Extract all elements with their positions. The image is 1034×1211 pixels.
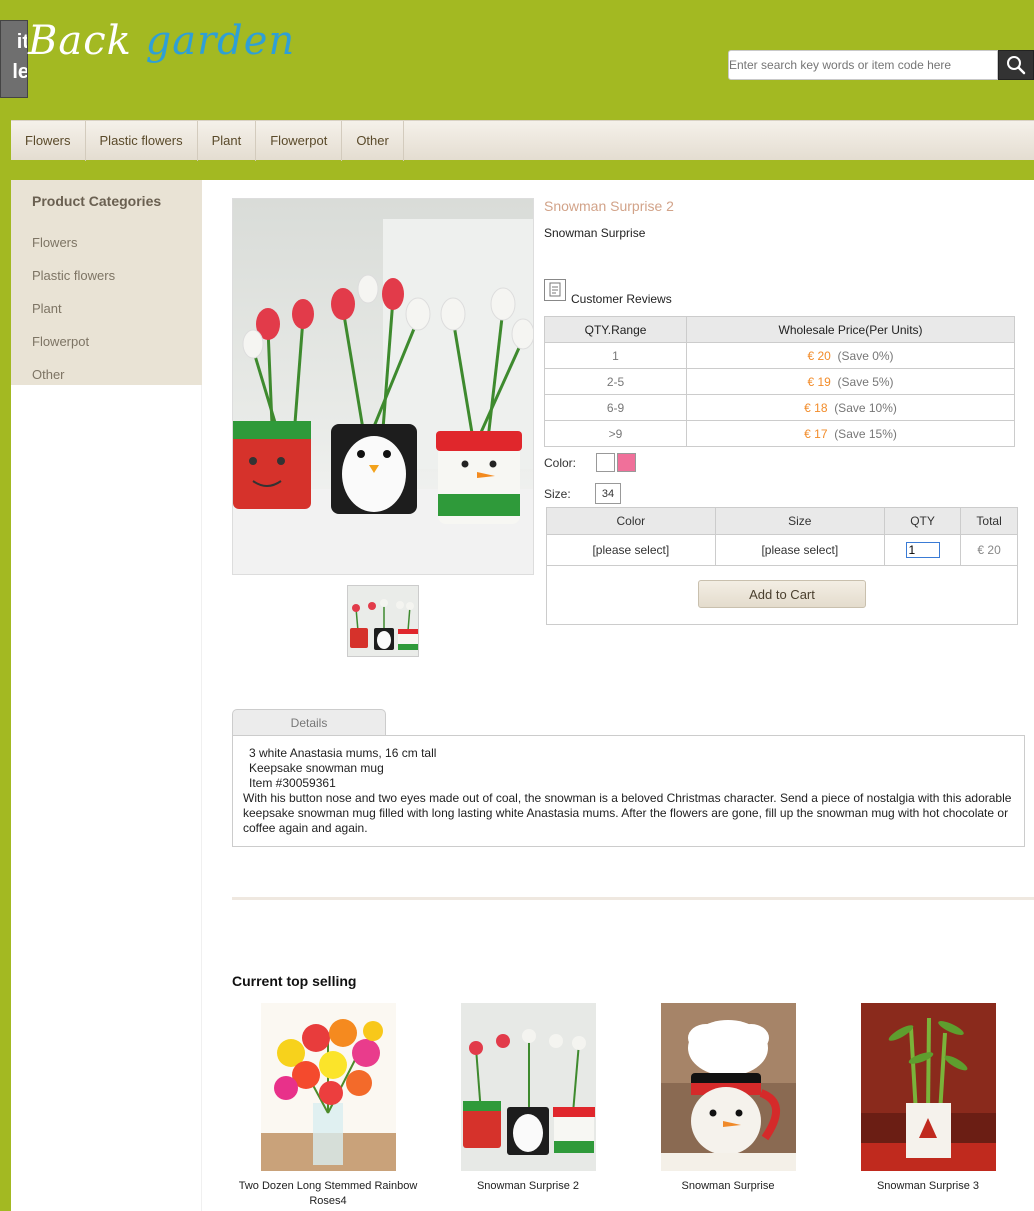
order-header-size: Size (715, 508, 885, 535)
order-color-value: [please select] (547, 534, 716, 566)
product-label[interactable]: Snowman Surprise 3 (838, 1179, 1018, 1194)
save-value: (Save 10%) (834, 400, 897, 415)
snowman-mug-photo (660, 1003, 796, 1171)
price-header-wholesale: Wholesale Price(Per Units) (686, 316, 1015, 343)
wholesale-price-table: QTY.Range Wholesale Price(Per Units) 1 €… (543, 316, 1015, 447)
color-swatch-white[interactable] (596, 453, 615, 472)
top-selling-title: Current top selling (232, 973, 357, 989)
top-selling-item[interactable]: Snowman Surprise 2 (438, 1003, 618, 1194)
nav-flowerpot[interactable]: Flowerpot (256, 121, 343, 161)
logo-part-1: Back (28, 18, 132, 64)
order-qty-cell (884, 534, 962, 566)
order-header-qty: QTY (884, 508, 962, 535)
details-paragraph: With his button nose and two eyes made o… (243, 791, 1012, 835)
product-label[interactable]: Snowman Surprise 2 (438, 1179, 618, 1194)
price-cell: € 20 (Save 0%) (686, 342, 1015, 369)
product-image[interactable] (260, 1003, 396, 1171)
add-to-cart-button[interactable]: Add to Cart (698, 580, 866, 608)
table-row: >9 € 17 (Save 15%) (543, 420, 1015, 447)
corner-badge: it le (0, 20, 28, 98)
main-nav: Flowers Plastic flowers Plant Flowerpot … (11, 120, 1034, 161)
snowman-surprise-photo (460, 1003, 596, 1171)
sidebar-item-flowers[interactable]: Flowers (11, 226, 202, 259)
sidebar-item-flowerpot[interactable]: Flowerpot (11, 325, 202, 358)
product-image[interactable] (860, 1003, 996, 1171)
logo-part-2: garden (145, 18, 296, 64)
price-cell: € 18 (Save 10%) (686, 394, 1015, 421)
order-panel: Color Size QTY Total [please select] [pl… (546, 507, 1018, 625)
nav-flowers[interactable]: Flowers (11, 121, 86, 161)
tab-details[interactable]: Details (232, 709, 386, 736)
customer-reviews-link[interactable]: Customer Reviews (571, 292, 672, 306)
product-thumbnail[interactable] (347, 585, 419, 657)
size-option[interactable]: 34 (595, 483, 621, 504)
table-row: 2-5 € 19 (Save 5%) (543, 368, 1015, 395)
details-line: Keepsake snowman mug (249, 761, 384, 775)
price-value: € 17 (804, 426, 828, 441)
sidebar: Product Categories Flowers Plastic flowe… (11, 180, 202, 385)
search-input[interactable] (728, 50, 998, 80)
details-line: 3 white Anastasia mums, 16 cm tall (249, 746, 437, 760)
search-button[interactable] (998, 50, 1034, 80)
price-value: € 19 (807, 374, 831, 389)
order-table: Color Size QTY Total [please select] [pl… (547, 508, 1017, 566)
search-icon (1007, 56, 1026, 75)
price-value: € 20 (807, 348, 831, 363)
nav-plant[interactable]: Plant (198, 121, 257, 161)
size-label: Size: (544, 487, 571, 501)
price-cell: € 19 (Save 5%) (686, 368, 1015, 395)
reviews-icon[interactable] (544, 279, 566, 301)
product-photo (233, 199, 533, 574)
qty-range: >9 (543, 420, 688, 447)
qty-range: 1 (543, 342, 688, 369)
nav-plastic-flowers[interactable]: Plastic flowers (86, 121, 198, 161)
qty-input[interactable] (905, 541, 940, 558)
table-row: [please select] [please select] € 20 (547, 534, 1017, 566)
price-value: € 18 (804, 400, 828, 415)
save-value: (Save 15%) (834, 426, 897, 441)
product-subtitle: Snowman Surprise (544, 226, 646, 240)
sidebar-item-plastic-flowers[interactable]: Plastic flowers (11, 259, 202, 292)
document-icon (549, 282, 561, 297)
table-row: 1 € 20 (Save 0%) (543, 342, 1015, 369)
price-cell: € 17 (Save 15%) (686, 420, 1015, 447)
roses-photo (260, 1003, 396, 1171)
top-selling-item[interactable]: Snowman Surprise (638, 1003, 818, 1194)
qty-range: 2-5 (543, 368, 688, 395)
sidebar-title: Product Categories (32, 193, 162, 209)
top-selling-item[interactable]: Two Dozen Long Stemmed Rainbow Roses4 (238, 1003, 418, 1209)
product-label[interactable]: Two Dozen Long Stemmed Rainbow Roses4 (238, 1179, 418, 1209)
price-header-qty-range: QTY.Range (543, 316, 688, 343)
product-image[interactable] (660, 1003, 796, 1171)
table-row: 6-9 € 18 (Save 10%) (543, 394, 1015, 421)
section-divider (232, 897, 1034, 900)
color-label: Color: (544, 456, 577, 470)
color-swatch-pink[interactable] (617, 453, 636, 472)
nav-other[interactable]: Other (342, 121, 404, 161)
qty-range: 6-9 (543, 394, 688, 421)
order-total-value: € 20 (960, 534, 1017, 566)
site-header: it le Back garden (0, 0, 1034, 120)
bamboo-photo (860, 1003, 996, 1171)
thumbnail-photo (348, 586, 418, 656)
product-main-image[interactable] (232, 198, 534, 575)
order-header-color: Color (547, 508, 716, 535)
details-panel: 3 white Anastasia mums, 16 cm tall Keeps… (232, 735, 1025, 847)
save-value: (Save 5%) (837, 374, 894, 389)
main-content: Product Categories Flowers Plastic flowe… (11, 180, 1034, 1211)
sidebar-item-plant[interactable]: Plant (11, 292, 202, 325)
sidebar-spacer (11, 385, 202, 1211)
save-value: (Save 0%) (837, 348, 894, 363)
product-label[interactable]: Snowman Surprise (638, 1179, 818, 1194)
product-image[interactable] (460, 1003, 596, 1171)
site-logo[interactable]: Back garden (28, 18, 295, 64)
order-header-total: Total (960, 508, 1017, 535)
top-selling-item[interactable]: Snowman Surprise 3 (838, 1003, 1018, 1194)
order-size-value: [please select] (715, 534, 885, 566)
product-title: Snowman Surprise 2 (544, 198, 674, 214)
details-line: Item #30059361 (249, 776, 336, 790)
